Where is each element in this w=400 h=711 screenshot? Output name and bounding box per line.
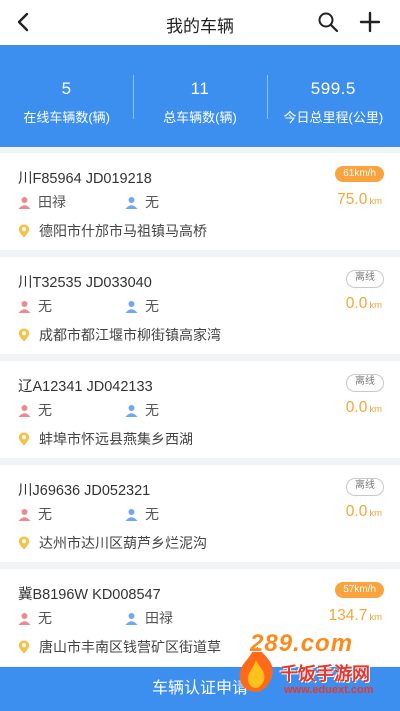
person-icon — [18, 300, 31, 313]
stat-value: 599.5 — [310, 79, 356, 98]
vehicle-plate: 辽A12341 JD042133 — [18, 379, 153, 395]
vehicle-card[interactable]: 川T32535 JD033040 离线 无 无 0.0 km 成都市都江堰市柳街镇… — [0, 257, 400, 354]
person-icon — [18, 612, 31, 625]
location-pin-icon — [18, 224, 30, 238]
vehicle-card[interactable]: 辽A12341 JD042133 离线 无 无 0.0 km 蚌埠市怀远县燕集乡西… — [0, 361, 400, 458]
escort-info: 无 — [125, 192, 159, 212]
location: 德阳市什邡市马祖镇马高桥 — [18, 221, 207, 241]
distance-value: 0.0 — [345, 399, 368, 416]
status-badge: 57km/h — [335, 582, 384, 598]
person-icon — [18, 404, 31, 417]
escort-name: 无 — [145, 506, 159, 522]
person-icon — [125, 300, 138, 313]
top-nav-bar: 我的车辆 — [0, 0, 400, 45]
person-icon — [125, 404, 138, 417]
driver-info: 无 — [18, 296, 52, 316]
search-icon[interactable] — [316, 10, 340, 34]
distance: 0.0 km — [346, 399, 382, 417]
person-icon — [18, 508, 31, 521]
person-icon — [125, 612, 138, 625]
watermark-brand: 289.com — [250, 630, 354, 657]
location: 成都市都江堰市柳街镇高家湾 — [18, 325, 221, 345]
status-badge: 61km/h — [335, 166, 384, 182]
escort-info: 无 — [125, 296, 159, 316]
distance-value: 134.7 — [328, 607, 368, 624]
distance: 75.0 km — [337, 191, 382, 209]
distance: 134.7 km — [329, 607, 382, 625]
location-pin-icon — [18, 640, 30, 654]
address: 成都市都江堰市柳街镇高家湾 — [39, 327, 221, 343]
distance-value: 75.0 — [337, 191, 368, 208]
status-badge: 离线 — [346, 478, 384, 496]
driver-name: 无 — [38, 610, 52, 626]
vehicle-list: 川F85964 JD019218 61km/h 田禄 无 75.0 km 德阳市什… — [0, 153, 400, 673]
distance-unit: km — [369, 196, 382, 207]
driver-name: 无 — [38, 506, 52, 522]
page-title: 我的车辆 — [166, 17, 234, 36]
escort-name: 田禄 — [145, 610, 173, 626]
location-pin-icon — [18, 328, 30, 342]
driver-info: 田禄 — [18, 192, 66, 212]
stat-value: 5 — [61, 79, 72, 98]
location: 唐山市丰南区钱营矿区街道草 — [18, 637, 221, 657]
location: 蚌埠市怀远县燕集乡西湖 — [18, 429, 193, 449]
person-icon — [18, 196, 31, 209]
stat-today-mileage: 599.5 今日总里程(公里) — [266, 45, 400, 147]
stats-banner: 5 在线车辆数(辆) 11 总车辆数(辆) 599.5 今日总里程(公里) — [0, 45, 400, 147]
watermark-name: 千饭手游网 — [280, 664, 370, 684]
distance-unit: km — [369, 300, 382, 311]
stat-label: 在线车辆数(辆) — [23, 110, 110, 125]
address: 德阳市什邡市马祖镇马高桥 — [39, 223, 207, 239]
escort-name: 无 — [145, 194, 159, 210]
escort-info: 无 — [125, 504, 159, 524]
vehicle-card[interactable]: 川F85964 JD019218 61km/h 田禄 无 75.0 km 德阳市什… — [0, 153, 400, 250]
driver-info: 无 — [18, 504, 52, 524]
driver-name: 无 — [38, 298, 52, 314]
driver-info: 无 — [18, 608, 52, 628]
watermark: 289.com 千饭手游网 www.eduext.com — [228, 628, 396, 708]
escort-name: 无 — [145, 402, 159, 418]
plus-icon[interactable] — [358, 10, 382, 34]
distance: 0.0 km — [346, 295, 382, 313]
distance-value: 0.0 — [345, 503, 368, 520]
escort-name: 无 — [145, 298, 159, 314]
location-pin-icon — [18, 536, 30, 550]
address: 达州市达川区葫芦乡烂泥沟 — [39, 535, 207, 551]
escort-info: 田禄 — [125, 608, 173, 628]
location: 达州市达川区葫芦乡烂泥沟 — [18, 533, 207, 553]
distance-unit: km — [369, 612, 382, 623]
vehicle-plate: 冀B8196W KD008547 — [18, 587, 161, 603]
status-badge: 离线 — [346, 270, 384, 288]
distance-unit: km — [369, 508, 382, 519]
location-pin-icon — [18, 432, 30, 446]
driver-info: 无 — [18, 400, 52, 420]
address: 唐山市丰南区钱营矿区街道草 — [39, 639, 221, 655]
distance-unit: km — [369, 404, 382, 415]
stat-label: 总车辆数(辆) — [163, 110, 237, 125]
person-icon — [125, 508, 138, 521]
vehicle-plate: 川F85964 JD019218 — [18, 171, 152, 187]
escort-info: 无 — [125, 400, 159, 420]
stat-label: 今日总里程(公里) — [283, 110, 384, 125]
distance-value: 0.0 — [345, 295, 368, 312]
vehicle-plate: 川J69636 JD052321 — [18, 483, 151, 499]
stat-online-vehicles: 5 在线车辆数(辆) — [0, 45, 133, 147]
vehicle-card[interactable]: 川J69636 JD052321 离线 无 无 0.0 km 达州市达川区葫芦乡烂… — [0, 465, 400, 562]
status-badge: 离线 — [346, 374, 384, 392]
driver-name: 无 — [38, 402, 52, 418]
driver-name: 田禄 — [38, 194, 66, 210]
watermark-url: www.eduext.com — [284, 684, 374, 696]
address: 蚌埠市怀远县燕集乡西湖 — [39, 431, 193, 447]
person-icon — [125, 196, 138, 209]
stat-value: 11 — [190, 79, 210, 98]
distance: 0.0 km — [346, 503, 382, 521]
vehicle-plate: 川T32535 JD033040 — [18, 275, 152, 291]
stat-total-vehicles: 11 总车辆数(辆) — [133, 45, 266, 147]
